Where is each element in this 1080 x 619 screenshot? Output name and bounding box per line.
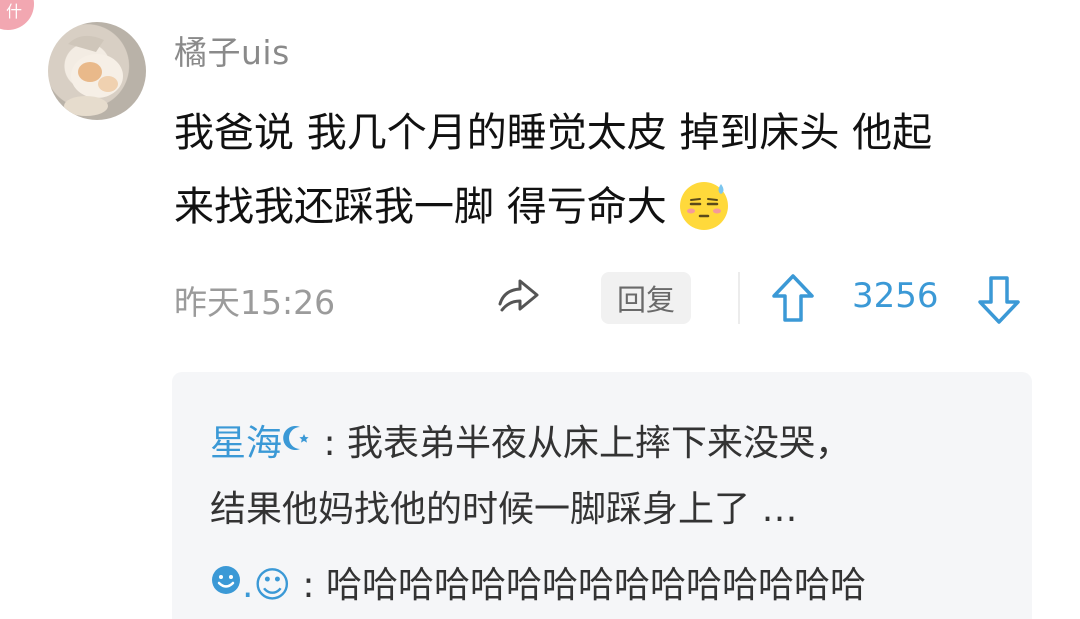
comment-text-line: 来找我还踩我一脚 得亏命大 [174, 170, 1044, 244]
reply-text: 我表弟半夜从床上摔下来没哭， [347, 423, 852, 464]
timestamp: 昨天15:26 [174, 283, 336, 322]
avatar[interactable] [48, 22, 146, 120]
reply-author[interactable]: .☺ [242, 565, 291, 606]
comment-text-segment: 来找我还踩我一脚 得亏命大 [174, 184, 667, 230]
corner-badge: 什 [0, 0, 34, 30]
reply-separator: : [312, 423, 348, 464]
reply-item[interactable]: .☺ : 哈哈哈哈哈哈哈哈哈哈哈哈哈哈哈 [210, 556, 866, 608]
crescent-moon-icon [282, 422, 312, 463]
comment-actions: 昨天15:26 回复 3256 [0, 268, 1080, 330]
reply-text-continued: 结果他妈找他的时候一脚踩身上了 … [210, 489, 798, 530]
smiley-icon [210, 564, 242, 605]
comment-text-line: 我爸说 我几个月的睡觉太皮 掉到床头 他起 [174, 110, 933, 156]
replies-preview[interactable]: 星海 : 我表弟半夜从床上摔下来没哭， 结果他妈找他的时候一脚踩身上了 … .☺… [172, 372, 1032, 619]
reply-separator: : [290, 565, 326, 606]
reply-author[interactable]: 星海 [210, 423, 282, 464]
share-icon[interactable] [494, 274, 544, 324]
comment-screen: 什 橘子uis 我爸说 我几个月的睡觉太皮 掉到床头 他起 来找我还踩我一脚 得… [0, 0, 1080, 619]
upvote-arrow-icon[interactable] [770, 272, 816, 326]
downvote-arrow-icon[interactable] [976, 272, 1022, 326]
vote-count: 3256 [852, 276, 939, 316]
comment-body: 我爸说 我几个月的睡觉太皮 掉到床头 他起 来找我还踩我一脚 得亏命大 [174, 96, 1044, 244]
sweat-smile-emoji [677, 178, 731, 232]
reply-text: 哈哈哈哈哈哈哈哈哈哈哈哈哈哈哈 [326, 565, 867, 606]
reply-item[interactable]: 星海 : 我表弟半夜从床上摔下来没哭， [210, 414, 851, 466]
username[interactable]: 橘子uis [174, 26, 290, 74]
reply-button[interactable]: 回复 [601, 272, 691, 324]
divider [738, 272, 740, 324]
